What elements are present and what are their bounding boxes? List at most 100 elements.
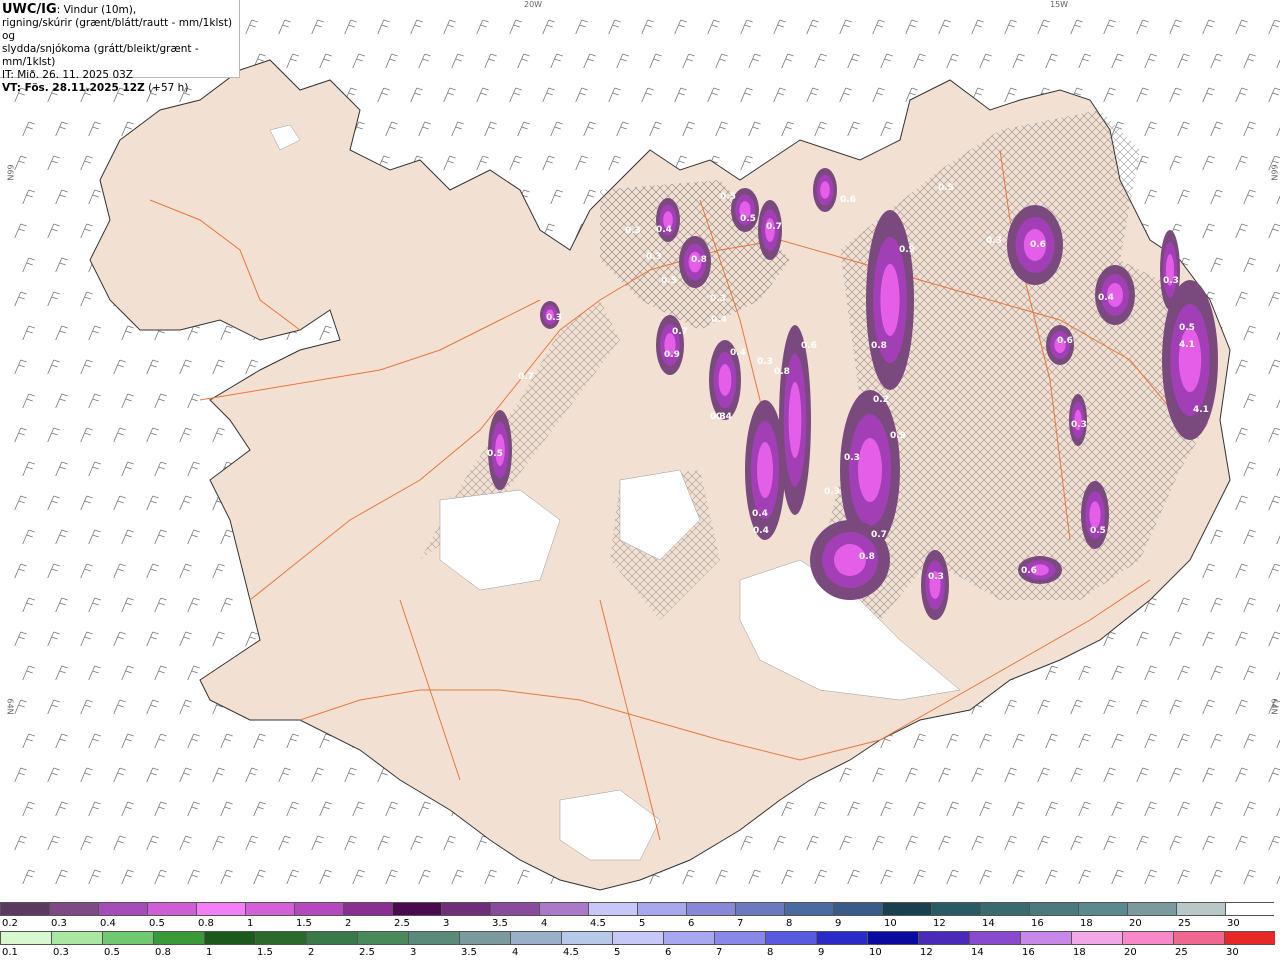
scale-label: 6 bbox=[665, 947, 672, 958]
precip-value-label: 0.6 bbox=[1030, 240, 1046, 250]
precip-value-label: 0.3 bbox=[546, 313, 562, 323]
precip-contour bbox=[757, 442, 773, 498]
scale-swatch bbox=[1127, 902, 1176, 916]
scale-swatch bbox=[306, 931, 357, 945]
scale-swatch bbox=[867, 931, 918, 945]
scale-swatch bbox=[816, 931, 867, 945]
scale-label: 2.5 bbox=[394, 918, 410, 929]
scale-swatch bbox=[714, 931, 765, 945]
precip-value-label: 0.4 bbox=[730, 348, 746, 358]
precip-value-label: 0.8 bbox=[871, 341, 887, 351]
precip-contour bbox=[858, 438, 882, 502]
rain-color-scale: 0.1 0.3 0.5 0.8 1 1.5 2 2.5 3 3.5 4 4.5 5 6 7 8 9 10 12 14 1… bbox=[0, 931, 1280, 961]
scale-swatch bbox=[102, 931, 153, 945]
scale-label: 14 bbox=[971, 947, 984, 958]
precip-value-label: 0.5 bbox=[661, 276, 677, 286]
scale-swatch bbox=[882, 902, 931, 916]
precip-contour bbox=[880, 264, 900, 336]
scale-label: 1 bbox=[206, 947, 213, 958]
scale-label: 1.5 bbox=[296, 918, 312, 929]
precip-value-label: 0.5 bbox=[938, 183, 954, 193]
lon-label-20w: 20W bbox=[524, 0, 543, 9]
scale-swatch bbox=[1225, 902, 1274, 916]
lon-label-15w: 15W bbox=[1050, 0, 1069, 9]
scale-swatch bbox=[931, 902, 980, 916]
map-title-suffix: : Vindur (10m), bbox=[56, 4, 137, 16]
scale-label: 7 bbox=[737, 918, 744, 929]
info-valid-time: VT: Fös. 28.11.2025 12Z bbox=[2, 82, 145, 94]
precip-value-label: 0.5 bbox=[720, 192, 736, 202]
precip-value-label: 0.7 bbox=[518, 372, 534, 382]
lat-label-66n-right: 66N bbox=[1269, 164, 1279, 181]
precip-value-label: 0.4 bbox=[753, 526, 769, 536]
precip-value-label: 0.4 bbox=[1098, 293, 1114, 303]
map-info-box: UWC/IG: Vindur (10m), rigning/skúrir (gr… bbox=[0, 0, 240, 94]
scale-swatch bbox=[1173, 931, 1224, 945]
scale-label: 6 bbox=[688, 918, 695, 929]
precip-value-label: 0.3 bbox=[844, 453, 860, 463]
scale-label: 3 bbox=[410, 947, 417, 958]
scale-swatch bbox=[1122, 931, 1173, 945]
precip-value-label: 4.1 bbox=[1179, 340, 1195, 350]
scale-label: 10 bbox=[869, 947, 882, 958]
scale-swatch bbox=[196, 902, 245, 916]
scale-label: 20 bbox=[1124, 947, 1137, 958]
scale-label: 30 bbox=[1227, 918, 1240, 929]
precip-value-label: 0.3 bbox=[757, 357, 773, 367]
scale-swatch bbox=[612, 931, 663, 945]
scale-swatch bbox=[294, 902, 343, 916]
scale-label: 0.5 bbox=[149, 918, 165, 929]
precip-value-label: 0.3 bbox=[928, 572, 944, 582]
precip-value-label: 0.3 bbox=[986, 236, 1002, 246]
precip-value-label: 0.3 bbox=[1071, 420, 1087, 430]
scale-swatch bbox=[490, 902, 539, 916]
precip-value-label: 0.5 bbox=[1179, 323, 1195, 333]
precip-value-label: 0.3 bbox=[824, 487, 840, 497]
scale-swatch bbox=[255, 931, 306, 945]
scale-swatch bbox=[1029, 902, 1078, 916]
precip-contour bbox=[1089, 501, 1101, 529]
snow-scale-labels: 0.2 0.3 0.4 0.5 0.8 1 1.5 2 2.5 3 3.5 4 4.5 5 6 7 8 9 10 12… bbox=[0, 918, 1280, 932]
scale-label: 25 bbox=[1175, 947, 1188, 958]
scale-label: 8 bbox=[767, 947, 774, 958]
scale-label: 16 bbox=[1031, 918, 1044, 929]
scale-label: 18 bbox=[1073, 947, 1086, 958]
precip-value-label: 0.4 bbox=[711, 315, 727, 325]
scale-swatch bbox=[1071, 931, 1122, 945]
scale-label: 1 bbox=[247, 918, 254, 929]
precip-contour bbox=[820, 181, 830, 199]
scale-swatch bbox=[343, 902, 392, 916]
precip-value-label: 0.4 bbox=[752, 509, 768, 519]
scale-swatch bbox=[765, 931, 816, 945]
scale-label: 3.5 bbox=[461, 947, 477, 958]
precip-value-label: 0.3 bbox=[710, 412, 726, 422]
precip-contour bbox=[1178, 328, 1202, 392]
scale-swatch bbox=[441, 902, 490, 916]
precip-value-label: 0.9 bbox=[664, 350, 680, 360]
scale-label: 30 bbox=[1226, 947, 1239, 958]
scale-label: 2 bbox=[345, 918, 352, 929]
scale-label: 4.5 bbox=[590, 918, 606, 929]
scale-swatch bbox=[969, 931, 1020, 945]
scale-swatch bbox=[0, 931, 51, 945]
precip-value-label: 0.6 bbox=[801, 341, 817, 351]
scale-label: 4.5 bbox=[563, 947, 579, 958]
scale-swatch bbox=[49, 902, 98, 916]
scale-swatch bbox=[833, 902, 882, 916]
scale-label: 0.4 bbox=[100, 918, 116, 929]
scale-swatch bbox=[637, 902, 686, 916]
scale-swatch bbox=[459, 931, 510, 945]
scale-label: 2.5 bbox=[359, 947, 375, 958]
info-line-rain: rigning/skúrir (grænt/blátt/rautt - mm/1… bbox=[2, 17, 233, 42]
scale-swatch bbox=[0, 902, 49, 916]
precip-value-label: 0.3 bbox=[625, 226, 641, 236]
scale-swatch bbox=[561, 931, 612, 945]
scale-swatch bbox=[539, 902, 588, 916]
precip-value-label: 0.7 bbox=[766, 222, 782, 232]
precip-value-label: 0.3 bbox=[1163, 276, 1179, 286]
precip-value-label: 4.1 bbox=[1193, 405, 1209, 415]
scale-label: 0.3 bbox=[53, 947, 69, 958]
scale-swatch bbox=[1224, 931, 1275, 945]
lat-label-64n-left: 64N bbox=[5, 698, 15, 715]
scale-label: 4 bbox=[541, 918, 548, 929]
